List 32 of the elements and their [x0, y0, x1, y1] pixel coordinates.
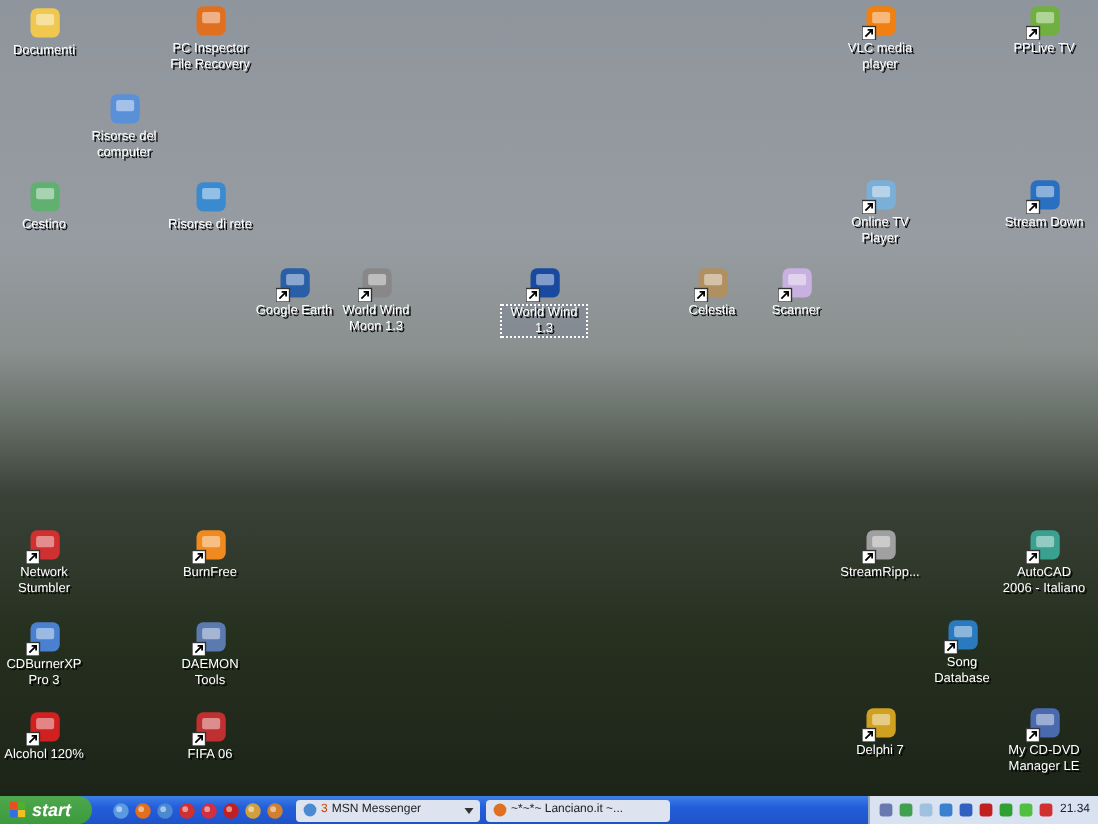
app-icon[interactable] [862, 706, 898, 742]
quick-launch-icon[interactable] [111, 801, 130, 819]
windows-flag-icon [10, 802, 26, 818]
app-icon[interactable] [862, 178, 898, 214]
app-icon[interactable] [862, 4, 898, 40]
app-icon [301, 802, 318, 818]
app-icon[interactable] [862, 528, 898, 564]
app-icon[interactable] [26, 528, 62, 564]
quick-launch-icon[interactable] [133, 801, 152, 819]
app-icon[interactable] [1026, 706, 1062, 742]
quick-launch-icon[interactable] [265, 801, 284, 819]
app-icon[interactable] [1026, 178, 1062, 214]
app-icon[interactable] [276, 266, 312, 302]
app-icon[interactable] [1026, 528, 1062, 564]
app-icon[interactable] [778, 266, 814, 302]
app-icon[interactable] [1026, 4, 1062, 40]
app-icon[interactable] [26, 710, 62, 746]
app-icon[interactable] [526, 266, 562, 302]
app-icon[interactable] [192, 620, 228, 656]
app-icon[interactable] [694, 266, 730, 302]
start-button[interactable]: start [0, 796, 92, 824]
quick-launch-icon[interactable] [243, 801, 262, 819]
app-icon[interactable] [192, 528, 228, 564]
app-icon[interactable] [358, 266, 394, 302]
quick-launch-icon[interactable] [155, 801, 174, 819]
quick-launch-icon[interactable] [199, 801, 218, 819]
app-icon [491, 802, 508, 818]
quick-launch-icon[interactable] [177, 801, 196, 819]
app-icon[interactable] [26, 620, 62, 656]
quick-launch-icon[interactable] [221, 801, 240, 819]
app-icon[interactable] [192, 710, 228, 746]
app-icon[interactable] [944, 618, 980, 654]
